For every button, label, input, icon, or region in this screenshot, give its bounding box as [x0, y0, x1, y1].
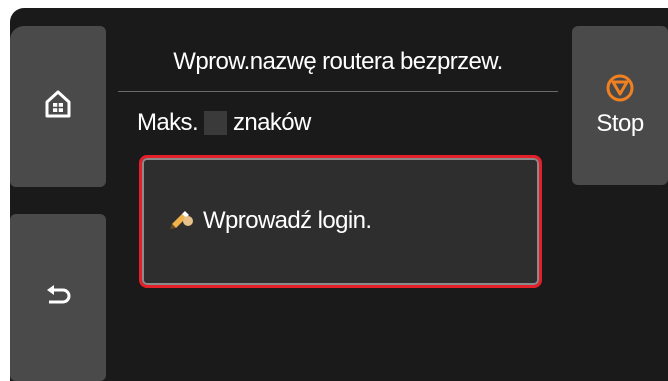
home-button[interactable]: [10, 26, 106, 187]
login-input-field[interactable]: Wprowadź login.: [139, 155, 542, 288]
pen-hand-icon: [169, 206, 195, 235]
max-chars-prefix: Maks.: [137, 109, 199, 136]
stop-label: Stop: [596, 110, 644, 137]
max-chars-suffix: znaków: [233, 109, 311, 136]
divider: [118, 91, 558, 92]
stop-button[interactable]: Stop: [572, 26, 668, 185]
page-title: Wprow.nazwę routera bezprzew.: [173, 48, 503, 75]
printer-screen: Wprow.nazwę routera bezprzew. Maks. znak…: [10, 8, 668, 381]
home-icon: [45, 90, 71, 123]
back-arrow-icon: [45, 284, 71, 311]
back-button[interactable]: [10, 214, 106, 381]
max-characters-info: Maks. znaków: [137, 109, 311, 137]
input-placeholder: Wprowadź login.: [203, 206, 372, 234]
max-chars-value-box: [204, 111, 228, 135]
stop-icon: [605, 73, 635, 108]
